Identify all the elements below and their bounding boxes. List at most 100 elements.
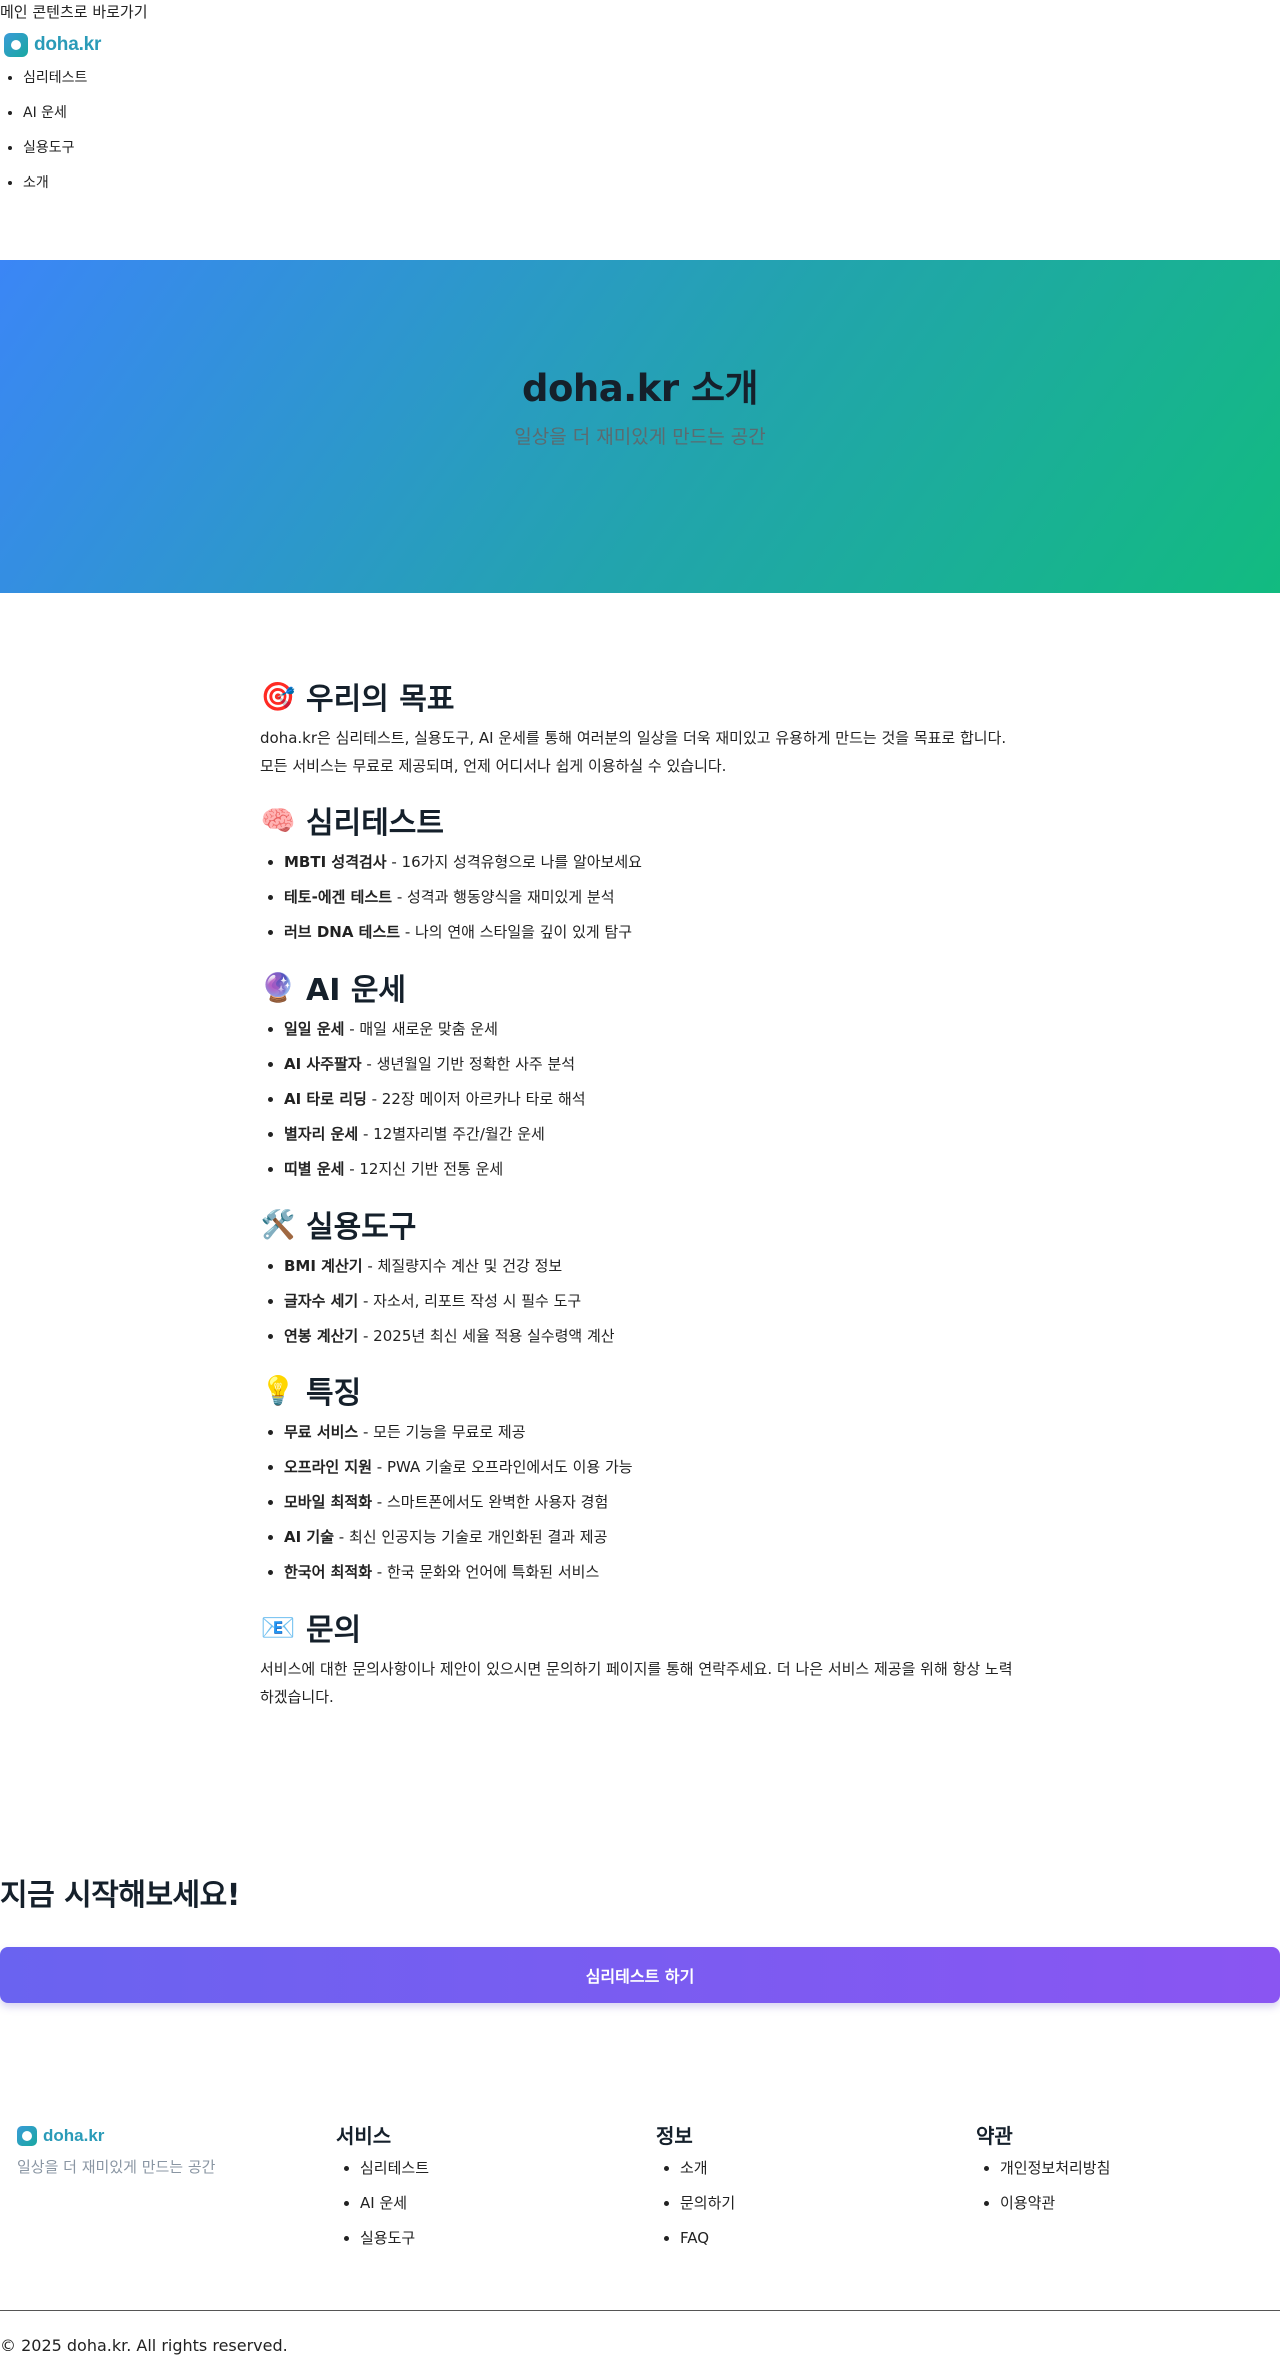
item-name: 모바일 최적화 [284,1493,373,1511]
footer-logo-text: doha.kr [43,2126,105,2145]
item-desc: - 16가지 성격유형으로 나를 알아보세요 [386,853,642,871]
footer-link[interactable]: 이용약관 [1000,2194,1055,2212]
list-item: AI 기술 - 최신 인공지능 기술로 개인화된 결과 제공 [284,1527,1020,1562]
goal-text: doha.kr은 심리테스트, 실용도구, AI 운세를 통해 여러분의 일상을… [260,729,1007,775]
footer-link[interactable]: 소개 [680,2159,708,2177]
envelope-icon: 📧 [260,1610,296,1644]
list-item: 오프라인 지원 - PWA 기술로 오프라인에서도 이용 가능 [284,1457,1020,1492]
nav-item-psych-test[interactable]: 심리테스트 [23,68,87,103]
footer-link-list: 개인정보처리방침 이용약관 [976,2158,1110,2228]
section-psych: 🧠 심리테스트 MBTI 성격검사 - 16가지 성격유형으로 나를 알아보세요… [260,796,1020,957]
logo-icon [17,2126,37,2146]
footer-col-title: 약관 [976,2124,1013,2148]
section-features-title: 💡 특징 [260,1366,1020,1414]
list-item: AI 타로 리딩 - 22장 메이저 아르카나 타로 해석 [284,1089,1020,1124]
item-name: 띠별 운세 [284,1160,345,1178]
footer-col-terms: 약관 개인정보처리방침 이용약관 [976,2120,1110,2228]
footer-col-info: 정보 소개 문의하기 FAQ [656,2120,735,2263]
section-tools-title: 🛠️ 실용도구 [260,1200,1020,1248]
item-desc: - 한국 문화와 언어에 특화된 서비스 [372,1563,600,1581]
section-fortune-title: 🔮 AI 운세 [260,963,1020,1011]
footer-link[interactable]: 심리테스트 [360,2159,429,2177]
footer-col-title: 서비스 [336,2124,392,2148]
target-icon: 🎯 [260,679,296,713]
hero-subtitle: 일상을 더 재미있게 만드는 공간 [514,426,766,448]
tools-list: BMI 계산기 - 체질량지수 계산 및 건강 정보 글자수 세기 - 자소서,… [260,1256,1020,1361]
footer-link[interactable]: 개인정보처리방침 [1000,2159,1110,2177]
footer-link-item: AI 운세 [360,2193,429,2228]
section-goal: 🎯 우리의 목표 doha.kr은 심리테스트, 실용도구, AI 운세를 통해… [260,672,1020,780]
item-desc: - 2025년 최신 세율 적용 실수령액 계산 [358,1327,615,1345]
item-desc: - 나의 연애 스타일을 깊이 있게 탐구 [400,923,633,941]
psych-list: MBTI 성격검사 - 16가지 성격유형으로 나를 알아보세요 테토-에겐 테… [260,852,1020,957]
footer-link-item: 소개 [680,2158,735,2193]
item-name: 한국어 최적화 [284,1563,373,1581]
section-goal-title-text: 우리의 목표 [306,682,455,717]
footer-link[interactable]: FAQ [680,2229,709,2247]
list-item: 한국어 최적화 - 한국 문화와 언어에 특화된 서비스 [284,1562,1020,1597]
logo-text: doha.kr [34,34,102,55]
footer-brand: doha.kr 일상을 더 재미있게 만드는 공간 [17,2126,215,2176]
footer-link-list: 소개 문의하기 FAQ [656,2158,735,2263]
section-fortune-title-text: AI 운세 [306,973,407,1008]
section-features-title-text: 특징 [306,1376,362,1411]
footer-link-list: 심리테스트 AI 운세 실용도구 [336,2158,429,2263]
lightbulb-icon: 💡 [260,1373,296,1407]
section-contact: 📧 문의 서비스에 대한 문의사항이나 제안이 있으시면 문의하기 페이지를 통… [260,1603,1020,1711]
list-item: 띠별 운세 - 12지신 기반 전통 운세 [284,1159,1020,1194]
list-item: 모바일 최적화 - 스마트폰에서도 완벽한 사용자 경험 [284,1492,1020,1527]
list-item: 러브 DNA 테스트 - 나의 연애 스타일을 깊이 있게 탐구 [284,922,1020,957]
section-fortune: 🔮 AI 운세 일일 운세 - 매일 새로운 맞춤 운세 AI 사주팔자 - 생… [260,963,1020,1194]
nav-item-ai-fortune[interactable]: AI 운세 [23,103,87,138]
item-name: MBTI 성격검사 [284,853,387,871]
footer-divider [0,2310,1280,2311]
item-desc: - 생년월일 기반 정확한 사주 분석 [361,1055,576,1073]
nav-link-about[interactable]: 소개 [23,175,49,191]
section-tools-title-text: 실용도구 [306,1210,417,1245]
fortune-list: 일일 운세 - 매일 새로운 맞춤 운세 AI 사주팔자 - 생년월일 기반 정… [260,1019,1020,1194]
item-desc: - 성격과 행동양식을 재미있게 분석 [392,888,615,906]
list-item: 연봉 계산기 - 2025년 최신 세율 적용 실수령액 계산 [284,1326,1020,1361]
page-title: doha.kr 소개 [521,367,759,410]
item-name: 별자리 운세 [284,1125,359,1143]
footer-link[interactable]: AI 운세 [360,2194,407,2212]
skip-to-content-link[interactable]: 메인 콘텐츠로 바로가기 [0,2,148,22]
footer-link[interactable]: 실용도구 [360,2229,415,2247]
footer-link-item: 이용약관 [1000,2193,1110,2228]
section-contact-title-text: 문의 [306,1613,362,1648]
nav-link-psych-test[interactable]: 심리테스트 [23,70,87,86]
nav-item-tools[interactable]: 실용도구 [23,138,87,173]
list-item: 무료 서비스 - 모든 기능을 무료로 제공 [284,1422,1020,1457]
nav-link-ai-fortune[interactable]: AI 운세 [23,105,67,121]
section-psych-title-text: 심리테스트 [306,806,444,841]
nav-item-about[interactable]: 소개 [23,173,87,208]
footer-link-item: 개인정보처리방침 [1000,2158,1110,2193]
list-item: AI 사주팔자 - 생년월일 기반 정확한 사주 분석 [284,1054,1020,1089]
item-name: 러브 DNA 테스트 [284,923,401,941]
main-nav: 심리테스트 AI 운세 실용도구 소개 [0,68,87,208]
list-item: BMI 계산기 - 체질량지수 계산 및 건강 정보 [284,1256,1020,1291]
footer-link-item: 실용도구 [360,2228,429,2263]
item-name: 연봉 계산기 [284,1327,359,1345]
hero-banner: doha.kr 소개 일상을 더 재미있게 만드는 공간 [0,260,1280,593]
footer-link[interactable]: 문의하기 [680,2194,735,2212]
logo-icon [4,33,28,57]
item-desc: - 체질량지수 계산 및 건강 정보 [362,1257,563,1275]
footer-logo[interactable]: doha.kr [17,2126,104,2146]
item-desc: - 스마트폰에서도 완벽한 사용자 경험 [372,1493,609,1511]
item-desc: - 매일 새로운 맞춤 운세 [344,1020,498,1038]
start-psych-test-button[interactable]: 심리테스트 하기 [0,1947,1280,2003]
list-item: 테토-에겐 테스트 - 성격과 행동양식을 재미있게 분석 [284,887,1020,922]
list-item: MBTI 성격검사 - 16가지 성격유형으로 나를 알아보세요 [284,852,1020,887]
footer-link-item: 문의하기 [680,2193,735,2228]
copyright: © 2025 doha.kr. All rights reserved. [0,2336,288,2355]
site-logo[interactable]: doha.kr [4,33,101,57]
item-desc: - 모든 기능을 무료로 제공 [358,1423,526,1441]
section-tools: 🛠️ 실용도구 BMI 계산기 - 체질량지수 계산 및 건강 정보 글자수 세… [260,1200,1020,1361]
list-item: 글자수 세기 - 자소서, 리포트 작성 시 필수 도구 [284,1291,1020,1326]
nav-link-tools[interactable]: 실용도구 [23,140,75,156]
list-item: 일일 운세 - 매일 새로운 맞춤 운세 [284,1019,1020,1054]
footer-link-item: 심리테스트 [360,2158,429,2193]
item-desc: - PWA 기술로 오프라인에서도 이용 가능 [372,1458,633,1476]
tools-icon: 🛠️ [260,1207,296,1241]
